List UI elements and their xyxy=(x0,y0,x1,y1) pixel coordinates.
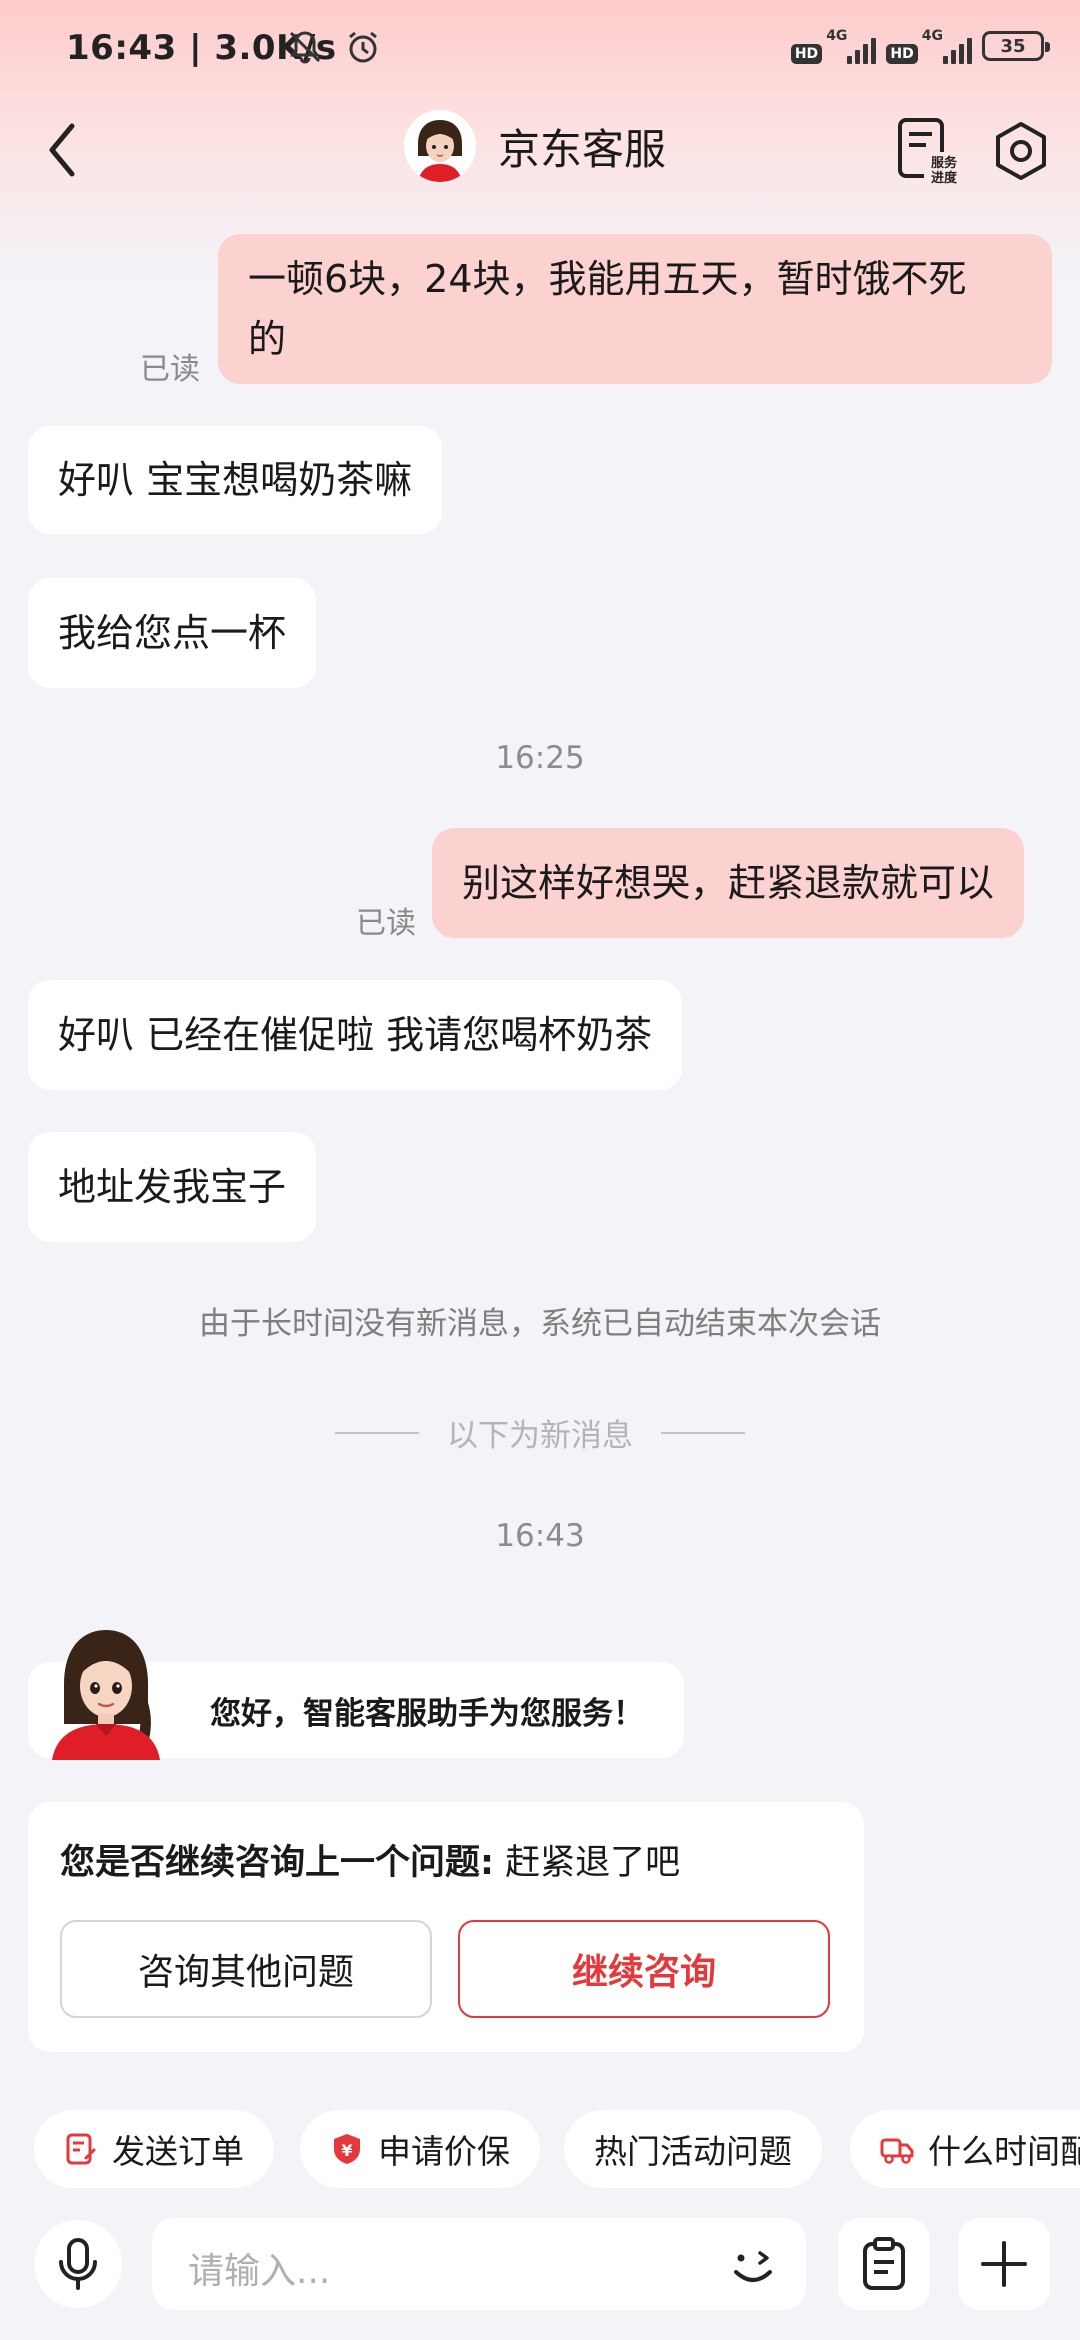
service-progress-icon[interactable]: 服务 进度 xyxy=(894,116,964,186)
read-status: 已读 xyxy=(140,352,200,387)
svg-text:¥: ¥ xyxy=(341,2141,352,2160)
plus-icon xyxy=(981,2241,1027,2287)
signal-sim1: HD 4G xyxy=(790,28,877,64)
consult-other-button[interactable]: 咨询其他问题 xyxy=(60,1920,432,2018)
header-agent-info[interactable]: 京东客服 xyxy=(404,110,666,182)
hd-badge: HD xyxy=(886,44,918,64)
new-messages-divider: 以下为新消息 xyxy=(0,1410,1080,1455)
divider-label: 以下为新消息 xyxy=(447,1418,633,1454)
quick-action-price-protect[interactable]: ¥ 申请价保 xyxy=(300,2110,540,2188)
message-bubble-agent[interactable]: 地址发我宝子 xyxy=(28,1132,317,1242)
clipboard-icon xyxy=(863,2237,905,2290)
settings-gear-icon[interactable] xyxy=(990,120,1052,182)
divider-line xyxy=(335,1431,419,1434)
signal-sim2: HD 4G xyxy=(886,28,972,64)
consult-question: 您是否继续咨询上一个问题: xyxy=(60,1843,494,1883)
quick-action-label: 发送订单 xyxy=(112,2132,244,2171)
delivery-truck-icon xyxy=(880,2138,914,2164)
svg-text:进度: 进度 xyxy=(931,170,958,186)
quick-action-label: 申请价保 xyxy=(378,2132,510,2171)
svg-text:服务: 服务 xyxy=(931,155,958,171)
status-left-icons xyxy=(286,28,382,66)
continue-consult-card: 您是否继续咨询上一个问题: 赶紧退了吧 咨询其他问题 继续咨询 xyxy=(28,1802,864,2052)
consult-topic: 赶紧退了吧 xyxy=(494,1843,681,1883)
message-bubble-user[interactable]: 别这样好想哭，赶紧退款就可以 xyxy=(432,828,1025,938)
bell-muted-icon xyxy=(289,31,321,64)
order-edit-icon xyxy=(66,2133,96,2165)
message-bubble-agent[interactable]: 好叭 宝宝想喝奶茶嘛 xyxy=(28,426,443,534)
more-options-button[interactable] xyxy=(958,2218,1050,2310)
microphone-icon xyxy=(59,2238,97,2290)
message-bubble-user[interactable]: 一顿6块，24块，我能用五天，暂时饿不死 的 xyxy=(218,234,1052,384)
header-title: 京东客服 xyxy=(498,124,667,174)
message-text-line: 一顿6块，24块，我能用五天，暂时饿不死 xyxy=(248,257,967,301)
quick-actions-bar[interactable]: 发送订单 ¥ 申请价保 热门活动问题 什么时间配 xyxy=(0,2110,1080,2190)
timestamp: 16:43 xyxy=(495,1518,585,1554)
network-type-label: 4G xyxy=(921,28,943,44)
read-status: 已读 xyxy=(356,906,416,941)
chat-input-bar: 请输入... xyxy=(0,2210,1080,2340)
message-bubble-agent[interactable]: 我给您点一杯 xyxy=(28,578,317,688)
status-right-indicators: HD 4G HD 4G 35 xyxy=(790,28,1050,64)
battery-level: 35 xyxy=(1000,35,1026,57)
quick-action-label: 热门活动问题 xyxy=(594,2132,792,2171)
greeting-text: 您好，智能客服助手为您服务！ xyxy=(210,1696,644,1732)
agent-avatar xyxy=(404,110,476,182)
quick-action-send-order[interactable]: 发送订单 xyxy=(34,2110,274,2188)
network-type-label: 4G xyxy=(826,28,848,44)
status-bar: 16:43 | 3.0K/s HD 4G HD 4G 35 xyxy=(0,0,1080,100)
divider-line xyxy=(661,1431,745,1434)
assistant-avatar xyxy=(52,1630,160,1760)
hd-badge: HD xyxy=(790,44,823,64)
message-bubble-agent[interactable]: 好叭 已经在催促啦 我请您喝杯奶茶 xyxy=(28,980,683,1090)
clipboard-button[interactable] xyxy=(838,2218,930,2310)
back-arrow-icon[interactable] xyxy=(40,120,90,180)
quick-action-label: 什么时间配 xyxy=(928,2132,1080,2171)
input-placeholder: 请输入... xyxy=(188,2251,331,2292)
message-input[interactable]: 请输入... xyxy=(152,2218,806,2310)
signal-bars-icon xyxy=(943,34,972,64)
emoji-wink-icon[interactable] xyxy=(726,2238,780,2292)
timestamp: 16:25 xyxy=(495,740,585,776)
battery-icon: 35 xyxy=(982,31,1050,61)
voice-input-button[interactable] xyxy=(34,2220,122,2308)
alarm-clock-icon xyxy=(349,31,377,63)
consult-prompt: 您是否继续咨询上一个问题: 赶紧退了吧 xyxy=(60,1834,680,1885)
quick-action-delivery-time[interactable]: 什么时间配 xyxy=(850,2110,1080,2188)
quick-action-hot-activities[interactable]: 热门活动问题 xyxy=(564,2110,822,2188)
continue-consult-button[interactable]: 继续咨询 xyxy=(458,1920,830,2018)
session-ended-notice: 由于长时间没有新消息，系统已自动结束本次会话 xyxy=(199,1306,881,1342)
price-protect-shield-icon: ¥ xyxy=(334,2134,360,2164)
signal-bars-icon xyxy=(847,34,877,64)
chat-header: 京东客服 服务 进度 xyxy=(0,100,1080,200)
message-text-line: 的 xyxy=(248,317,287,361)
